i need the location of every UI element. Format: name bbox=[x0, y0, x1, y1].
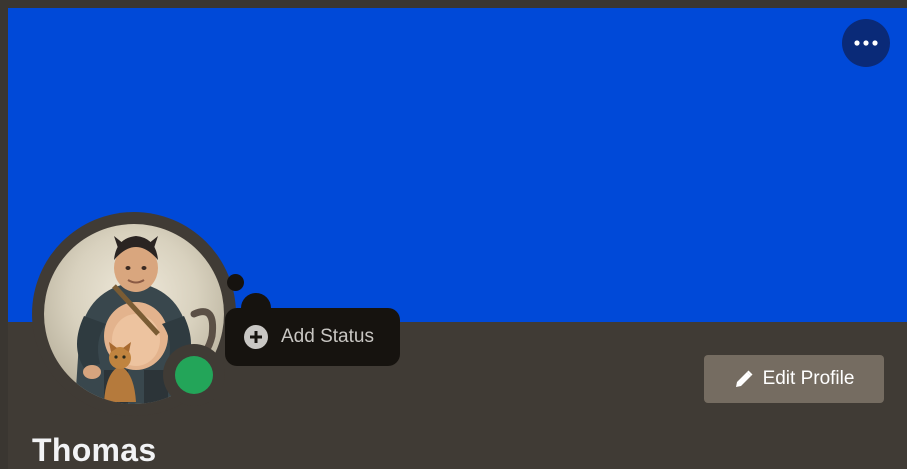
thought-bubble-small bbox=[227, 274, 244, 291]
pencil-icon bbox=[735, 370, 753, 387]
add-status-button[interactable]: Add Status bbox=[225, 308, 400, 366]
presence-indicator bbox=[163, 344, 225, 406]
profile-card: Add Status Edit Profile Thomas bbox=[0, 0, 907, 469]
add-status-label: Add Status bbox=[281, 326, 374, 347]
edit-profile-label: Edit Profile bbox=[762, 368, 855, 389]
username: Thomas bbox=[32, 432, 157, 468]
plus-circle-icon bbox=[244, 325, 268, 349]
edit-profile-button[interactable]: Edit Profile bbox=[704, 355, 884, 403]
online-status-dot bbox=[175, 356, 213, 394]
more-options-button[interactable] bbox=[842, 19, 890, 67]
more-horizontal-icon bbox=[854, 40, 878, 46]
